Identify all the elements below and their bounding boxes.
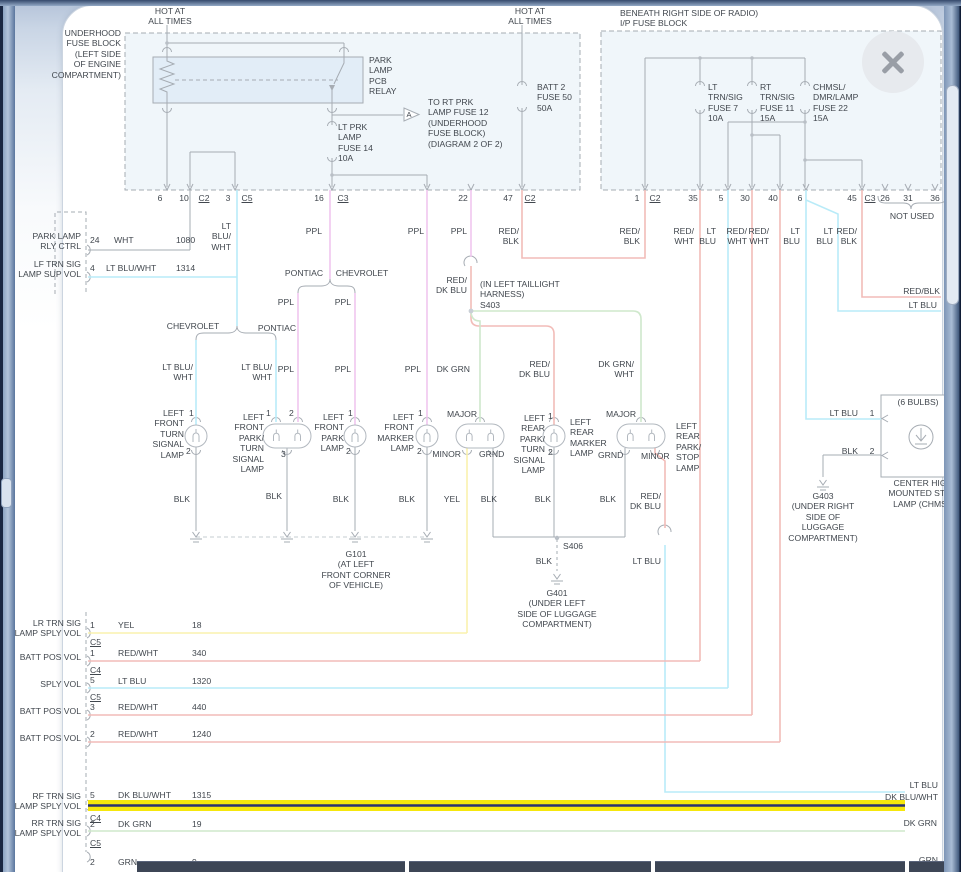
- wire-continuation-hook: [464, 256, 477, 266]
- left-front-park-lamp: [344, 425, 366, 447]
- left-module-box: [55, 212, 86, 852]
- splice-s406: [555, 536, 559, 540]
- splice-s403: [469, 309, 474, 314]
- left-front-marker-lamp: [416, 425, 438, 447]
- app-window: HOT AT ALL TIMESUNDERHOOD FUSE BLOCK (LE…: [0, 0, 961, 872]
- front-major-minor-lamp: [456, 424, 504, 448]
- window-frame-top: [0, 0, 961, 6]
- left-front-turn-signal-lamp: [185, 425, 207, 447]
- window-frame-left: [0, 0, 15, 872]
- s406-bus: [493, 447, 625, 537]
- bottom-tab[interactable]: [655, 861, 905, 872]
- left-rear-park-turn-signal-lamp: [543, 425, 565, 447]
- close-button[interactable]: [862, 31, 924, 93]
- bottom-bar: [137, 861, 961, 872]
- not-used-brace: [878, 196, 946, 209]
- bottom-tab[interactable]: [409, 861, 651, 872]
- brand-brace: [298, 279, 355, 293]
- bottom-tab[interactable]: [137, 861, 405, 872]
- left-scrollbar-thumb[interactable]: [1, 478, 12, 508]
- brand-brace: [196, 326, 276, 340]
- wiring-diagram-canvas: [0, 0, 961, 872]
- left-front-park-turn-signal-lamp: [263, 424, 311, 448]
- left-rear-park-stop-lamp: [617, 424, 665, 448]
- right-scrollbar-track[interactable]: [944, 0, 961, 872]
- right-scrollbar-thumb[interactable]: [946, 85, 959, 305]
